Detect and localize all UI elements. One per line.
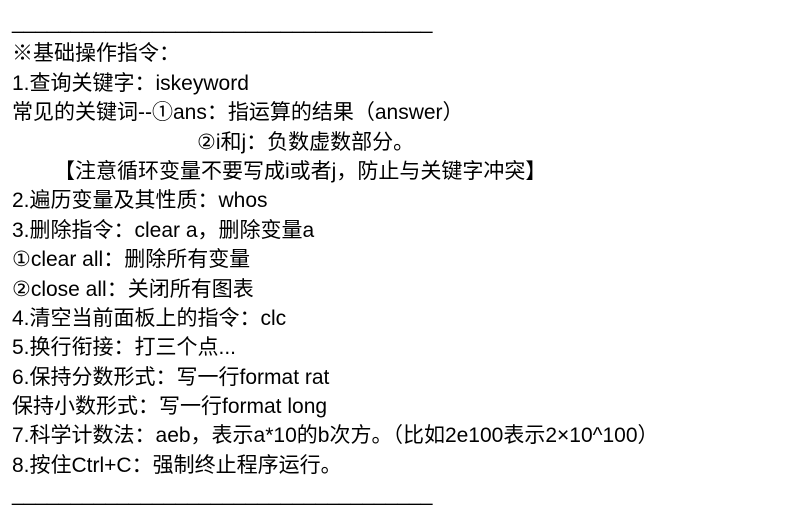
line-8: ②close all：关闭所有图表 — [12, 275, 775, 304]
line-9: 4.清空当前面板上的指令：clc — [12, 304, 775, 333]
line-2: 常见的关键词--①ans：指运算的结果（answer） — [12, 98, 775, 127]
section-title: ※基础操作指令： — [12, 39, 775, 68]
line-5: 2.遍历变量及其性质：whos — [12, 186, 775, 215]
line-7: ①clear all：删除所有变量 — [12, 245, 775, 274]
line-14: 8.按住Ctrl+C：强制终止程序运行。 — [12, 451, 775, 480]
line-11: 6.保持分数形式：写一行format rat — [12, 363, 775, 392]
line-10: 5.换行衔接：打三个点... — [12, 333, 775, 362]
line-13: 7.科学计数法：aeb，表示a*10的b次方。（比如2e100表示2×10^10… — [12, 421, 775, 450]
line-12: 保持小数形式：写一行format long — [12, 392, 775, 421]
top-divider: ____________________________________ — [12, 8, 775, 37]
line-6: 3.删除指令：clear a，删除变量a — [12, 216, 775, 245]
line-3: ②i和j：负数虚数部分。 — [12, 128, 775, 157]
line-4: 【注意循环变量不要写成i或者j，防止与关键字冲突】 — [12, 157, 775, 186]
line-1: 1.查询关键字：iskeyword — [12, 69, 775, 98]
bottom-divider: ____________________________________ — [12, 480, 775, 509]
